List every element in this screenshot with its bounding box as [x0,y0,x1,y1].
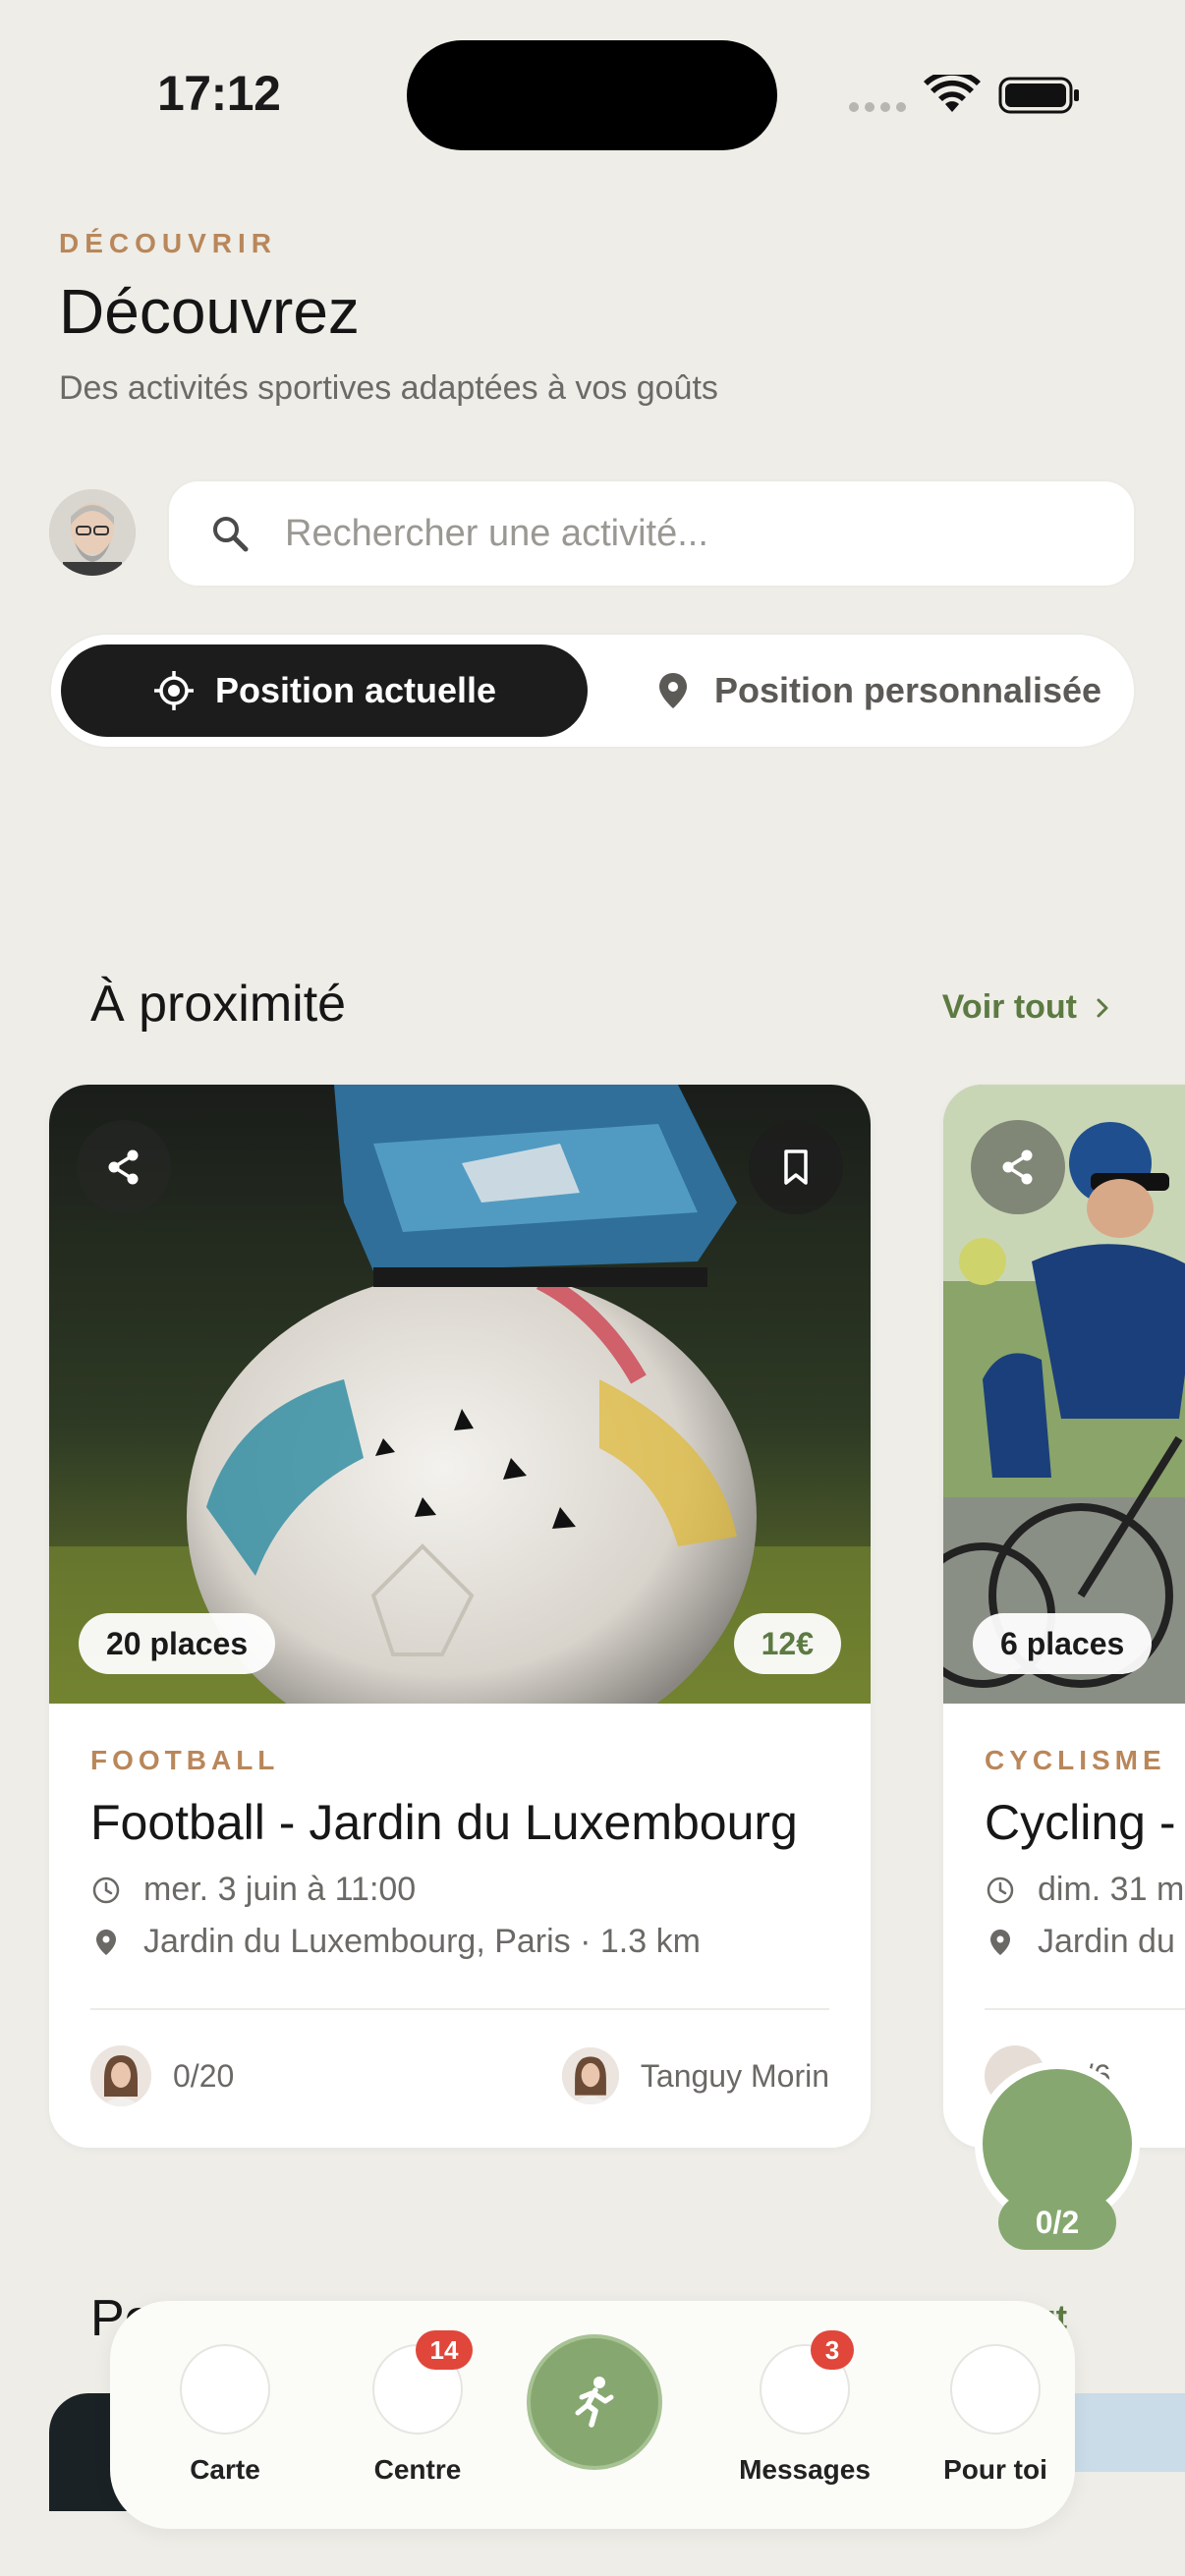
search-input[interactable]: Rechercher une activité... [167,479,1136,588]
places-badge: 20 places [79,1613,276,1674]
running-person-icon [575,2377,614,2428]
page-subtitle: Des activités sportives adaptées à vos g… [59,369,718,407]
bookmark-icon [784,1149,808,1185]
custom-location-option[interactable]: Position personnalisée [631,644,1122,737]
map-pin-icon [990,1929,1010,1955]
profile-avatar[interactable] [49,489,136,576]
share-icon [108,1149,139,1185]
bookmark-button[interactable] [749,1120,843,1214]
tab-label: Centre [373,2454,462,2485]
cellular-signal-icon [849,102,908,114]
share-icon [1002,1149,1033,1185]
activity-title: Cycling - [985,1795,1176,1850]
chevron-right-icon [1097,998,1108,1017]
discover-screen: 17:12 DÉCOUVRIR Découvrez Des activités … [0,0,1185,2576]
activity-photo: 20 places 12€ [49,1085,871,1704]
activity-location: Jardin du Luxembourg, Paris · 1.3 km [143,1923,701,1960]
notification-badge: 14 [416,2330,473,2370]
participant-photo [90,2045,151,2106]
activity-location: Jardin du [1038,1923,1175,1960]
date-row: mer. 3 juin à 11:00 [90,1871,829,1909]
date-row: dim. 31 m [985,1871,1185,1909]
bottom-tab-bar: Carte 14 Centre 3 Messages Pour toi [110,2301,1075,2529]
card-body: FOOTBALL Football - Jardin du Luxembourg… [49,1704,871,2142]
share-button[interactable] [77,1120,171,1214]
activity-title: Football - Jardin du Luxembourg [90,1795,798,1850]
custom-location-label: Position personnalisée [713,670,1102,710]
tab-label: Messages [739,2454,871,2485]
organizer-avatar [561,2047,619,2104]
page-title: Découvrez [59,276,360,347]
participants: 0/20 [90,2045,234,2106]
tab-label: Carte [190,2454,260,2485]
current-location-label: Position actuelle [214,670,497,710]
share-button[interactable] [971,1120,1065,1214]
map-pin-icon [96,1929,116,1955]
current-location-option[interactable]: Position actuelle [61,644,588,737]
map-tab-icon [180,2344,270,2435]
participant-avatar [90,2045,151,2106]
dynamic-island [407,40,777,150]
search-placeholder: Rechercher une activité... [285,512,708,554]
tab-pour-toi[interactable]: Pour toi [912,2344,1079,2486]
activity-action-button[interactable] [527,2334,662,2470]
clock-icon [92,1876,120,1903]
tab-centre[interactable]: 14 Centre [334,2330,501,2486]
activity-photo: 6 places [943,1085,1185,1704]
nearby-section-title: À proximité [90,976,347,1033]
map-pin-icon [658,673,687,708]
centre-tab-icon: 14 [372,2330,473,2435]
tab-label: Pour toi [943,2454,1047,2485]
section-eyebrow: DÉCOUVRIR [59,228,278,258]
gps-target-icon [153,671,194,710]
clock-icon [987,1876,1014,1903]
card-peek [1071,2393,1185,2472]
places-badge: 6 places [973,1613,1153,1674]
tab-messages[interactable]: 3 Messages [721,2330,888,2486]
for-you-tab-icon [950,2344,1041,2435]
wifi-icon [924,75,981,112]
sport-category: CYCLISME [985,1745,1166,1775]
location-toggle: Position actuelle Position personnalisée [49,633,1136,749]
organizer[interactable]: Tanguy Morin [561,2047,829,2104]
location-row: Jardin du [985,1923,1185,1961]
see-all-label: Voir tout [941,988,1077,1026]
messages-tab-icon: 3 [760,2330,854,2435]
progress-count: 0/2 [998,2195,1116,2250]
organizer-photo [561,2047,619,2104]
activity-card[interactable]: 20 places 12€ FOOTBALL Football - Jardin… [49,1085,871,2148]
football-photo [49,1085,871,1704]
activity-date: mer. 3 juin à 11:00 [143,1871,417,1908]
price-badge: 12€ [733,1613,841,1674]
activity-date: dim. 31 m [1038,1871,1185,1908]
profile-photo [49,489,136,576]
card-footer: 0/20 Tanguy Morin [90,2010,829,2142]
tab-carte[interactable]: Carte [141,2344,309,2486]
organizer-name: Tanguy Morin [640,2057,829,2094]
search-icon [213,517,249,552]
status-time: 17:12 [157,66,281,121]
participants-count: 0/20 [173,2057,235,2094]
activity-card[interactable]: 6 places CYCLISME Cycling - dim. 31 m Ja… [943,1085,1185,2148]
see-all-link[interactable]: Voir tout [942,988,1114,1027]
battery-icon [998,77,1079,114]
notification-badge: 3 [811,2330,854,2370]
sport-category: FOOTBALL [90,1745,280,1775]
location-row: Jardin du Luxembourg, Paris · 1.3 km [90,1923,829,1961]
